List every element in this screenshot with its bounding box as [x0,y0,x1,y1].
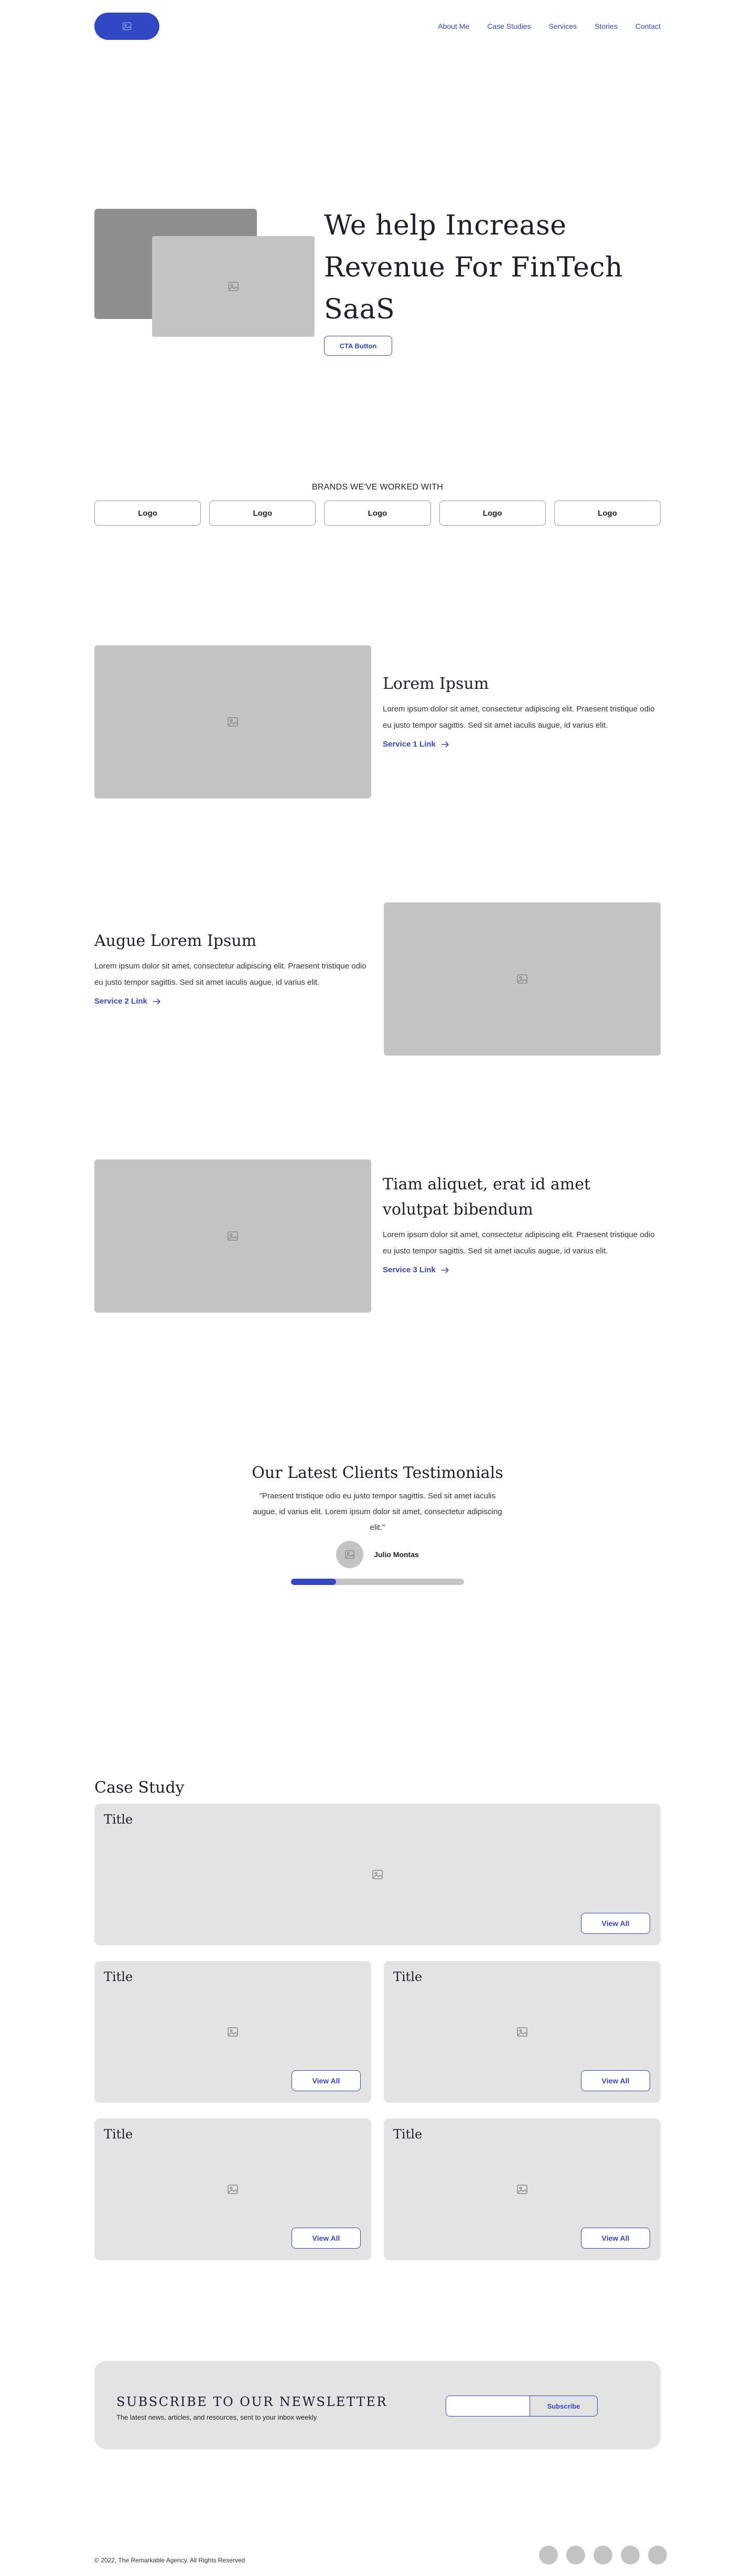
service-3-link[interactable]: Service 3 Link [383,1265,661,1274]
nav-contact[interactable]: Contact [635,22,661,30]
newsletter-title: SUBSCRIBE TO OUR NEWSLETTER [116,2394,387,2409]
case-card: Title View All [94,1804,661,1945]
image-icon [228,717,238,727]
arrow-right-icon [441,1266,449,1273]
service-2: Augue Lorem Ipsum Lorem ipsum dolor sit … [94,902,661,1056]
service-3-title: Tiam aliquet, erat id amet volutpat bibe… [383,1175,591,1219]
nav-stories[interactable]: Stories [595,22,618,30]
site-header: About Me Case Studies Services Stories C… [94,12,661,41]
testimonials-section: Our Latest Clients Testimonials "Praesen… [246,1464,509,1585]
social-links [539,2546,667,2564]
service-2-link-label: Service 2 Link [94,997,147,1006]
brand-logo-box: Logo [554,501,661,526]
social-icon[interactable] [648,2546,667,2564]
testimonial-progress[interactable] [291,1579,464,1585]
service-1-body: Lorem ipsum dolor sit amet, consectetur … [383,705,655,730]
case-card-title: Title [393,1970,423,1984]
brand-logo-box: Logo [439,501,546,526]
image-icon [228,282,239,291]
image-icon [228,2185,238,2194]
hero-text: We help Increase Revenue For FinTech Saa… [324,205,665,356]
case-card-title: Title [104,1970,133,1984]
brand-logo-box: Logo [94,501,201,526]
image-icon [372,1870,383,1879]
brand-logo-row: Logo Logo Logo Logo Logo [94,501,661,526]
view-all-button[interactable]: View All [581,2228,650,2249]
service-1: Lorem Ipsum Lorem ipsum dolor sit amet, … [94,645,661,799]
service-2-text: Augue Lorem Ipsum Lorem ipsum dolor sit … [94,929,372,1006]
brands-title: BRANDS WE'VE WORKED WITH [311,483,444,492]
social-icon[interactable] [594,2546,612,2564]
case-card-title: Title [104,2127,133,2142]
main-nav: About Me Case Studies Services Stories C… [438,22,661,30]
service-1-text: Lorem Ipsum Lorem ipsum dolor sit amet, … [383,672,661,749]
newsletter-email-input[interactable] [446,2396,530,2417]
testimonial-quote: "Praesent tristique odio eu justo tempor… [253,1492,502,1532]
social-icon[interactable] [621,2546,640,2564]
arrow-right-icon [153,998,161,1005]
view-all-button[interactable]: View All [292,2070,361,2091]
service-3-text: Tiam aliquet, erat id amet volutpat bibe… [383,1172,661,1274]
nav-case-studies[interactable]: Case Studies [487,22,531,30]
view-all-button[interactable]: View All [581,1913,650,1934]
case-card-title: Title [393,2127,423,2142]
service-1-link[interactable]: Service 1 Link [383,740,661,749]
case-study-title: Case Study [94,1779,185,1797]
testimonial-progress-fill [291,1579,336,1585]
service-2-body: Lorem ipsum dolor sit amet, consectetur … [94,962,366,987]
hero-title: We help Increase Revenue For FinTech Saa… [324,210,623,325]
footer-copyright: © 2022, The Remarkable Agency. All Right… [94,2557,245,2564]
arrow-right-icon [441,741,449,748]
testimonial-name: Julio Montas [374,1550,419,1559]
newsletter-subtitle: The latest news, articles, and resources… [116,2413,317,2421]
testimonials-title: Our Latest Clients Testimonials [252,1464,503,1482]
case-card: Title View All [94,1961,371,2103]
nav-about-me[interactable]: About Me [438,22,469,30]
service-3-link-label: Service 3 Link [383,1265,436,1274]
brands-section: BRANDS WE'VE WORKED WITH Logo Logo Logo … [94,483,661,526]
image-icon [228,1231,238,1241]
service-3-image [94,1159,371,1313]
image-icon [517,974,527,984]
image-icon [345,1550,355,1559]
service-2-image [384,902,661,1056]
avatar [336,1541,364,1568]
case-card-title: Title [104,1812,133,1827]
image-icon [517,2027,527,2037]
service-1-title: Lorem Ipsum [383,675,489,693]
brand-logo[interactable] [94,13,159,40]
service-3-body: Lorem ipsum dolor sit amet, consectetur … [383,1230,655,1255]
newsletter-section: SUBSCRIBE TO OUR NEWSLETTER The latest n… [94,2361,661,2449]
hero-section: We help Increase Revenue For FinTech Saa… [94,209,661,356]
view-all-button[interactable]: View All [292,2228,361,2249]
image-icon [517,2185,527,2194]
service-1-image [94,645,371,799]
nav-services[interactable]: Services [548,22,577,30]
brand-logo-box: Logo [324,501,431,526]
testimonial-person: Julio Montas [246,1541,509,1568]
service-2-title: Augue Lorem Ipsum [94,932,257,950]
case-card: Title View All [384,2119,661,2260]
service-3: Tiam aliquet, erat id amet volutpat bibe… [94,1159,661,1313]
social-icon[interactable] [539,2546,558,2564]
service-2-link[interactable]: Service 2 Link [94,997,372,1006]
service-1-link-label: Service 1 Link [383,740,436,749]
image-icon [122,22,132,30]
social-icon[interactable] [566,2546,585,2564]
subscribe-button[interactable]: Subscribe [530,2396,598,2417]
view-all-button[interactable]: View All [581,2070,650,2091]
newsletter-form: Subscribe [446,2396,598,2417]
cta-button[interactable]: CTA Button [324,336,392,356]
case-card: Title View All [384,1961,661,2103]
hero-image-front [152,236,315,337]
image-icon [228,2027,238,2037]
brand-logo-box: Logo [209,501,316,526]
case-card: Title View All [94,2119,371,2260]
